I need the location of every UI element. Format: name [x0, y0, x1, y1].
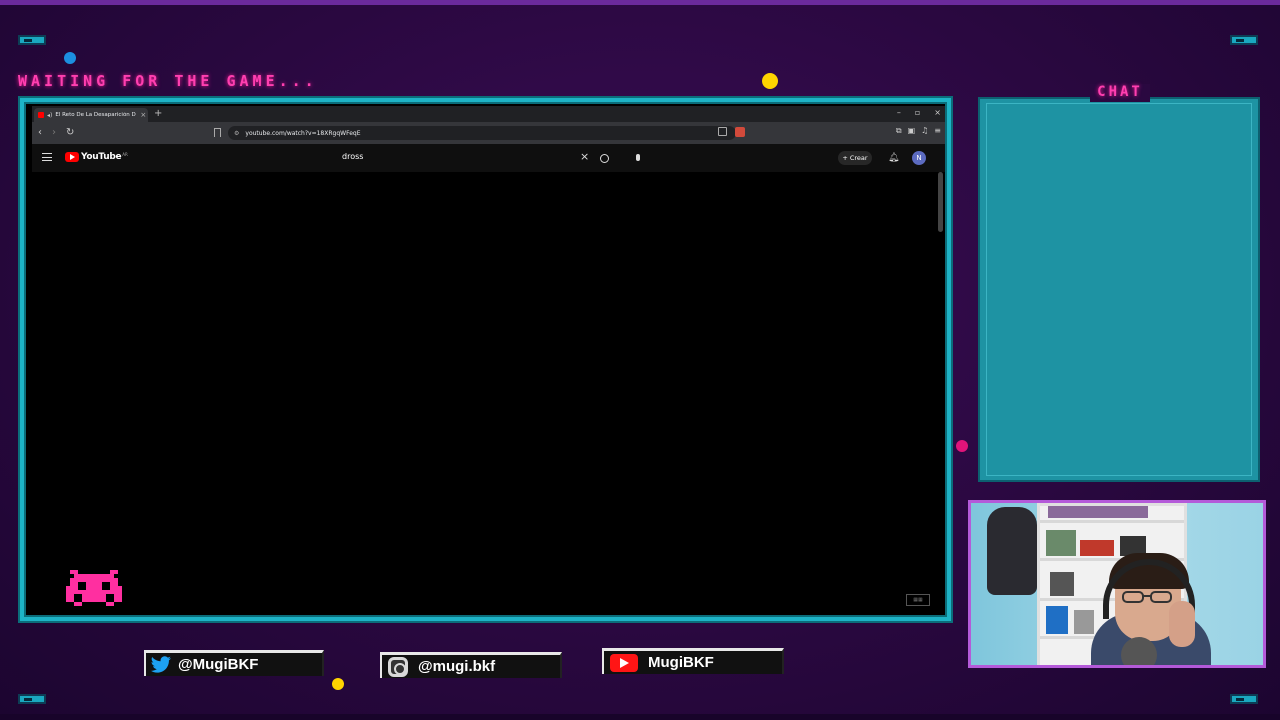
extensions-icon[interactable]: ⧉	[896, 126, 902, 136]
minimize-button[interactable]: –	[897, 108, 901, 117]
notifications-bell-icon[interactable]: 🔔︎	[888, 153, 899, 163]
overlay-bottom-strip	[0, 714, 1280, 720]
cast-icon[interactable]	[718, 127, 727, 136]
new-tab-button[interactable]: +	[154, 108, 162, 120]
reload-icon[interactable]: ↻	[66, 127, 74, 139]
hamburger-menu-icon[interactable]	[42, 153, 52, 161]
sparkle-dot	[956, 440, 968, 452]
close-window-button[interactable]: ×	[934, 108, 941, 117]
chat-title: CHAT	[1090, 84, 1150, 102]
youtube-favicon-icon	[38, 112, 44, 118]
create-button[interactable]: + Crear	[838, 151, 872, 165]
site-info-icon[interactable]: ⚙	[234, 130, 239, 137]
tab-bar: ◂) El Reto De La Desaparición D × + – ▫ …	[32, 106, 945, 122]
youtube-logo[interactable]: YouTube AR	[65, 152, 128, 162]
social-youtube[interactable]: MugiBKF	[602, 648, 784, 674]
clear-search-icon[interactable]: ×	[580, 150, 589, 163]
overlay-top-strip	[0, 0, 1280, 5]
forward-icon[interactable]: ›	[52, 127, 56, 139]
toolbar-right: ⧉ ▣ ♫ ≡	[896, 126, 941, 136]
browser-window: ◂) El Reto De La Desaparición D × + – ▫ …	[32, 106, 945, 615]
close-tab-icon[interactable]: ×	[140, 111, 146, 119]
chat-panel	[978, 97, 1260, 482]
corner-decoration	[18, 35, 46, 45]
sparkle-dot	[332, 678, 344, 690]
search-input[interactable]: dross ×	[334, 149, 609, 167]
waiting-title: WAITING FOR THE GAME...	[18, 72, 318, 90]
region-code: AR	[122, 151, 128, 157]
social-instagram[interactable]: @mugi.bkf	[380, 652, 562, 678]
twitter-handle: @MugiBKF	[178, 656, 259, 673]
address-toolbar: ‹ › ↻ ⚙ youtube.com/watch?v=18XRgqWFeqE …	[32, 122, 945, 144]
youtube-channel-name: MugiBKF	[648, 654, 714, 671]
tab-search-icon[interactable]: ▣	[908, 126, 916, 136]
instagram-icon	[388, 656, 408, 677]
webcam-feed	[968, 500, 1266, 668]
game-capture-frame: ◂) El Reto De La Desaparición D × + – ▫ …	[20, 98, 951, 621]
maximize-button[interactable]: ▫	[915, 108, 920, 117]
glasses	[1122, 591, 1172, 603]
window-controls: – ▫ ×	[897, 108, 941, 117]
microphone-icon[interactable]	[636, 154, 640, 161]
page-scrollbar[interactable]	[938, 172, 943, 232]
youtube-icon	[610, 653, 638, 672]
corner-decoration	[1230, 694, 1258, 704]
twitter-bird-icon	[150, 655, 171, 673]
broadcast-watermark: ▦▦	[906, 594, 930, 606]
media-icon[interactable]: ♫	[921, 126, 928, 136]
bookmark-icon[interactable]	[214, 128, 221, 137]
back-icon[interactable]: ‹	[38, 127, 42, 139]
address-bar[interactable]: ⚙ youtube.com/watch?v=18XRgqWFeqE	[228, 126, 736, 140]
sparkle-dot	[64, 52, 76, 64]
speaker-icon[interactable]: ◂)	[47, 112, 52, 119]
social-twitter[interactable]: @MugiBKF	[144, 650, 324, 676]
corner-decoration	[18, 694, 46, 704]
avatar[interactable]: N	[912, 151, 926, 165]
extension-icon[interactable]	[735, 127, 745, 137]
hanging-jacket	[987, 507, 1037, 595]
tab-title: El Reto De La Desaparición D	[55, 112, 136, 118]
youtube-header: YouTube AR dross × + Crear 🔔︎ N	[32, 144, 945, 172]
sparkle-dot	[762, 73, 778, 89]
menu-icon[interactable]: ≡	[934, 126, 941, 136]
youtube-play-icon	[65, 152, 79, 162]
create-label: Crear	[849, 154, 868, 162]
instagram-handle: @mugi.bkf	[418, 658, 496, 675]
corner-decoration	[1230, 35, 1258, 45]
search-value: dross	[342, 152, 364, 161]
space-invader-icon	[66, 570, 122, 606]
youtube-wordmark: YouTube	[81, 152, 122, 162]
tab-active[interactable]: ◂) El Reto De La Desaparición D ×	[34, 108, 148, 122]
plus-icon: +	[842, 154, 848, 162]
microphone	[1121, 637, 1157, 665]
search-icon[interactable]	[600, 154, 609, 163]
url-text: youtube.com/watch?v=18XRgqWFeqE	[245, 129, 361, 137]
